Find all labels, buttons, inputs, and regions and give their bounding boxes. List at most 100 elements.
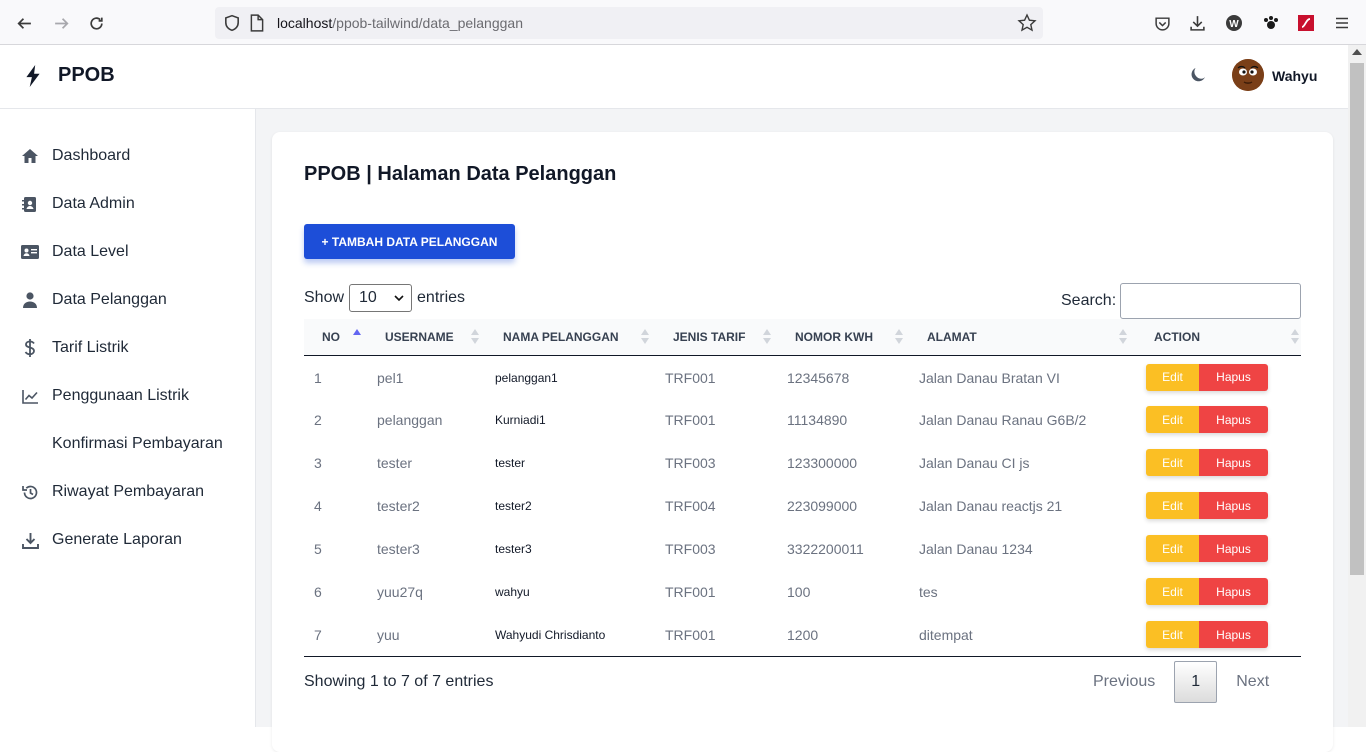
back-icon[interactable] (12, 11, 36, 35)
cell-nama: pelanggan1 (495, 370, 558, 385)
sidebar-item-riwayat-pembayaran[interactable]: Riwayat Pembayaran (0, 472, 255, 512)
brand-title: PPOB (58, 64, 115, 86)
pagination-page-1[interactable]: 1 (1174, 661, 1218, 703)
search-input[interactable] (1120, 283, 1302, 319)
svg-text:W: W (1229, 19, 1239, 30)
table-search: Search: (1061, 283, 1302, 319)
table-header-row: NO USERNAME NAMA PELANGGAN JENIS TARIF N… (304, 319, 1301, 355)
forward-icon[interactable] (49, 11, 73, 35)
pagination: Previous 1 Next (1093, 661, 1269, 703)
sidebar-item-konfirmasi-pembayaran[interactable]: Konfirmasi Pembayaran (0, 424, 255, 464)
column-header-jenis-tarif[interactable]: JENIS TARIF (653, 319, 775, 355)
wappalyzer-icon[interactable]: W (1224, 13, 1244, 33)
sidebar-item-dashboard[interactable]: Dashboard (0, 136, 255, 176)
delete-button[interactable]: Hapus (1199, 535, 1268, 562)
cell-kwh: 11134890 (787, 412, 848, 428)
edit-button[interactable]: Edit (1146, 363, 1199, 391)
column-header-no[interactable]: NO (304, 319, 365, 355)
delete-button[interactable]: Hapus (1199, 621, 1268, 648)
table-row: 5 tester3 tester3 TRF003 3322200011 Jala… (304, 527, 1301, 570)
edit-button[interactable]: Edit (1146, 535, 1199, 562)
menu-icon[interactable] (1332, 13, 1352, 33)
sidebar-item-generate-laporan[interactable]: Generate Laporan (0, 520, 255, 560)
table-row: 2 pelanggan Kurniadi1 TRF001 11134890 Ja… (304, 398, 1301, 441)
flash-extension-icon[interactable] (1296, 13, 1316, 33)
delete-button[interactable]: Hapus (1199, 578, 1268, 605)
delete-button[interactable]: Hapus (1199, 363, 1268, 391)
cell-kwh: 3322200011 (787, 541, 864, 557)
content-card: PPOB | Halaman Data Pelanggan + TAMBAH D… (272, 132, 1333, 752)
username[interactable]: Wahyu (1272, 68, 1317, 84)
column-header-action[interactable]: ACTION (1131, 319, 1301, 355)
pagination-previous[interactable]: Previous (1093, 673, 1155, 691)
column-header-username[interactable]: USERNAME (365, 319, 483, 355)
scroll-thumb[interactable] (1350, 63, 1364, 575)
page-length-control: Show 10 entries (304, 284, 465, 312)
sidebar-item-tarif-listrik[interactable]: Tarif Listrik (0, 328, 255, 368)
delete-button[interactable]: Hapus (1199, 406, 1268, 433)
sort-icon (641, 329, 649, 345)
sidebar-item-label: Riwayat Pembayaran (52, 483, 205, 500)
sort-icon (1291, 329, 1299, 345)
cell-nama: wahyu (495, 585, 530, 599)
delete-button[interactable]: Hapus (1199, 449, 1268, 476)
edit-button[interactable]: Edit (1146, 449, 1199, 476)
page-scrollbar[interactable] (1348, 45, 1366, 727)
sidebar-item-data-pelanggan[interactable]: Data Pelanggan (0, 280, 255, 320)
row-actions: Edit Hapus (1146, 406, 1268, 433)
add-customer-button[interactable]: + TAMBAH DATA PELANGGAN (304, 224, 515, 259)
shield-icon[interactable] (223, 14, 241, 32)
cell-no: 4 (314, 498, 322, 514)
row-actions: Edit Hapus (1146, 363, 1268, 391)
bookmark-star-icon[interactable] (1017, 13, 1037, 33)
avatar[interactable] (1232, 59, 1264, 91)
sidebar-item-data-admin[interactable]: Data Admin (0, 184, 255, 224)
cell-nama: tester3 (495, 542, 532, 556)
column-header-nama-pelanggan[interactable]: NAMA PELANGGAN (483, 319, 653, 355)
edit-button[interactable]: Edit (1146, 578, 1199, 605)
brand[interactable]: PPOB (24, 64, 115, 87)
extension-paw-icon[interactable] (1261, 13, 1281, 33)
pocket-icon[interactable] (1152, 13, 1172, 33)
delete-button[interactable]: Hapus (1199, 492, 1268, 519)
url-text[interactable]: localhost/ppob-tailwind/data_pelanggan (277, 15, 523, 31)
page-length-select[interactable]: 10 (349, 284, 413, 312)
moon-icon[interactable] (1188, 65, 1208, 85)
user-icon (21, 291, 39, 309)
column-header-alamat[interactable]: ALAMAT (907, 319, 1131, 355)
cell-kwh: 123300000 (787, 455, 858, 471)
cell-kwh: 1200 (787, 627, 819, 643)
url-host: localhost (277, 15, 333, 31)
table-row: 6 yuu27q wahyu TRF001 100 tes Edit Hapus (304, 570, 1301, 613)
sidebar-item-penggunaan-listrik[interactable]: Penggunaan Listrik (0, 376, 255, 416)
column-header-nomor-kwh[interactable]: NOMOR KWH (775, 319, 907, 355)
sort-icon (1119, 329, 1127, 345)
sidebar-item-label: Data Pelanggan (52, 291, 167, 308)
cell-username: yuu (377, 627, 400, 643)
column-header-label: ACTION (1154, 330, 1200, 344)
cell-tarif: TRF001 (665, 584, 716, 600)
edit-button[interactable]: Edit (1146, 406, 1199, 433)
pagination-next[interactable]: Next (1236, 673, 1269, 691)
url-bar[interactable]: localhost/ppob-tailwind/data_pelanggan (215, 7, 1043, 39)
sidebar-item-label: Data Admin (52, 195, 135, 212)
cell-alamat: ditempat (919, 627, 973, 643)
table-info: Showing 1 to 7 of 7 entries (304, 673, 494, 690)
downloads-icon[interactable] (1187, 13, 1207, 33)
edit-button[interactable]: Edit (1146, 492, 1199, 519)
cell-tarif: TRF003 (665, 541, 716, 557)
sidebar-item-label: Penggunaan Listrik (52, 387, 189, 404)
column-header-label: NAMA PELANGGAN (503, 330, 619, 344)
app-header: PPOB Wahyu (0, 45, 1348, 109)
edit-button[interactable]: Edit (1146, 621, 1199, 648)
column-header-label: USERNAME (385, 330, 454, 344)
sidebar-item-data-level[interactable]: Data Level (0, 232, 255, 272)
cell-alamat: tes (919, 584, 938, 600)
cell-tarif: TRF001 (665, 627, 716, 643)
main-content: PPOB | Halaman Data Pelanggan + TAMBAH D… (256, 109, 1348, 752)
sidebar-item-label: Data Level (52, 243, 129, 260)
scroll-up-arrow[interactable] (1352, 49, 1362, 55)
row-actions: Edit Hapus (1146, 578, 1268, 605)
table-row: 1 pel1 pelanggan1 TRF001 12345678 Jalan … (304, 355, 1301, 398)
reload-icon[interactable] (84, 11, 108, 35)
